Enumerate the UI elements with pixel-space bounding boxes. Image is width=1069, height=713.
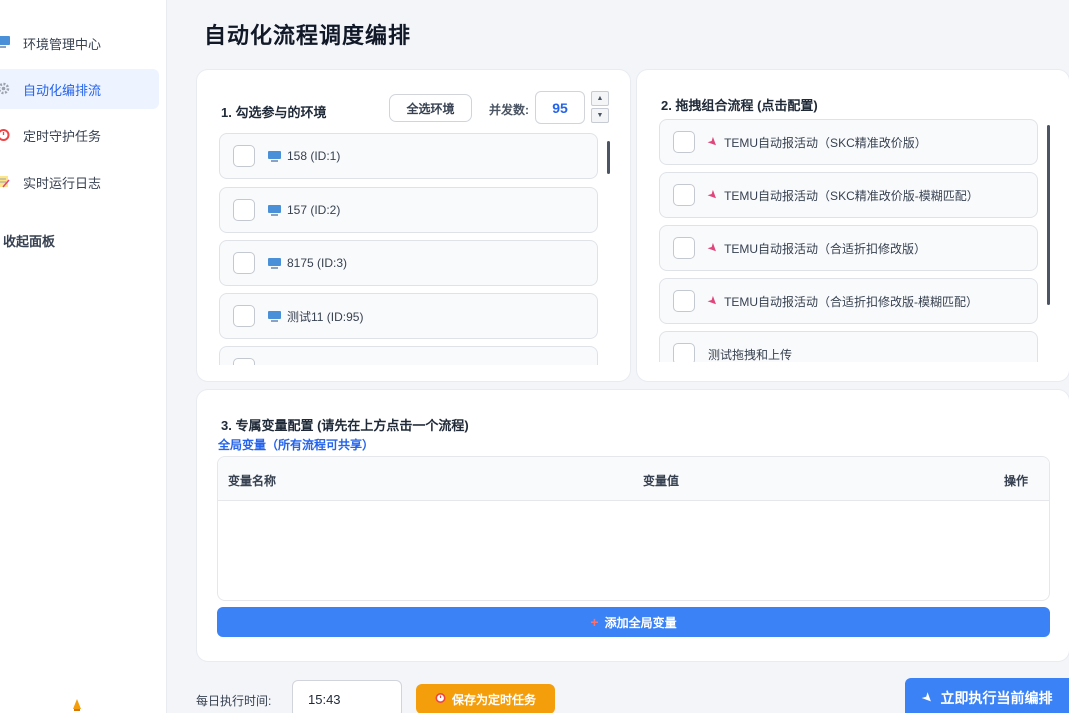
- column-header-name: 变量名称: [228, 474, 277, 488]
- run-now-label: 立即执行当前编排: [940, 690, 1053, 706]
- computer-icon: [268, 150, 281, 162]
- flow-label: TEMU自动报活动（SKC精准改价版）: [724, 135, 927, 150]
- stepper-down-icon[interactable]: ▼: [591, 108, 609, 123]
- flow-checkbox[interactable]: [673, 184, 695, 206]
- flow-item[interactable]: ➤ TEMU自动报活动（SKC精准改价版-模糊匹配）: [659, 172, 1038, 218]
- sidebar-item-scheduled[interactable]: 定时守护任务: [0, 115, 159, 155]
- flow-item[interactable]: ➤ TEMU自动报活动（合适折扣修改版-模糊匹配）: [659, 278, 1038, 324]
- concurrency-stepper[interactable]: ▲ ▼: [591, 91, 609, 123]
- rocket-icon: ➤: [704, 133, 722, 151]
- environment-list: 158 (ID:1) 157 (ID:2) 8175 (ID:3) 测试11 (…: [219, 133, 599, 365]
- stepper-up-icon[interactable]: ▲: [591, 91, 609, 106]
- environment-checkbox[interactable]: [233, 252, 255, 274]
- environment-scrollbar[interactable]: [607, 141, 610, 174]
- environment-item[interactable]: 157 (ID:2): [219, 187, 598, 233]
- alarm-clock-icon: [0, 128, 10, 142]
- environment-checkbox[interactable]: [233, 199, 255, 221]
- flow-label: TEMU自动报活动（合适折扣修改版）: [724, 241, 927, 256]
- flow-checkbox[interactable]: [673, 343, 695, 362]
- environment-item[interactable]: 8175 (ID:3): [219, 240, 598, 286]
- environment-label: 测试11 (ID:95): [287, 309, 364, 324]
- sidebar-item-automation[interactable]: 自动化编排流: [0, 69, 159, 109]
- column-header-action: 操作: [1004, 474, 1029, 488]
- variable-section-title: 3. 专属变量配置 (请先在上方点击一个流程): [221, 418, 469, 433]
- flow-label: 测试拖拽和上传: [708, 347, 793, 362]
- flow-list: ➤ TEMU自动报活动（SKC精准改价版） ➤ TEMU自动报活动（SKC精准改…: [659, 119, 1039, 362]
- collapse-panel-button[interactable]: 收起面板: [3, 231, 55, 250]
- concurrency-input[interactable]: 95: [535, 91, 585, 124]
- flow-item[interactable]: ➤ TEMU自动报活动（合适折扣修改版）: [659, 225, 1038, 271]
- environment-checkbox[interactable]: [233, 358, 255, 365]
- sidebar-item-label: 定时守护任务: [23, 128, 102, 144]
- computer-icon: [268, 257, 281, 269]
- environment-label: 8175 (ID:3): [287, 256, 348, 270]
- gear-icon: [0, 82, 10, 96]
- monitor-icon: [0, 36, 10, 50]
- environment-item[interactable]: 158 (ID:1): [219, 133, 598, 179]
- add-global-variable-button[interactable]: + 添加全局变量: [217, 607, 1050, 637]
- flow-item[interactable]: 测试拖拽和上传: [659, 331, 1038, 362]
- flow-label: TEMU自动报活动（SKC精准改价版-模糊匹配）: [724, 188, 979, 203]
- environment-section-title: 1. 勾选参与的环境: [221, 105, 327, 120]
- flow-section-title: 2. 拖拽组合流程 (点击配置): [661, 98, 818, 113]
- select-all-environments-button[interactable]: 全选环境: [389, 94, 472, 122]
- sidebar: 环境管理中心 自动化编排流 定时守护任务 实时运行日志 收起面板: [0, 0, 167, 713]
- table-header: 变量名称 变量值 操作: [218, 457, 1049, 501]
- computer-icon: [268, 310, 281, 322]
- environment-item[interactable]: 测试11 (ID:95): [219, 293, 598, 339]
- run-now-button[interactable]: ➤ 立即执行当前编排: [905, 678, 1069, 713]
- rocket-icon: ➤: [704, 186, 722, 204]
- plus-icon: +: [590, 614, 599, 630]
- sidebar-footer-icon: [72, 699, 82, 713]
- environment-checkbox[interactable]: [233, 145, 255, 167]
- environment-checkbox[interactable]: [233, 305, 255, 327]
- flow-checkbox[interactable]: [673, 290, 695, 312]
- flow-checkbox[interactable]: [673, 237, 695, 259]
- memo-icon: [0, 175, 10, 189]
- global-variables-label: 全局变量（所有流程可共享）: [218, 438, 375, 452]
- computer-icon: [268, 204, 281, 216]
- daily-time-label: 每日执行时间:: [196, 694, 272, 708]
- page-title: 自动化流程调度编排: [204, 23, 412, 48]
- flow-checkbox[interactable]: [673, 131, 695, 153]
- concurrency-label: 并发数:: [489, 103, 529, 117]
- rocket-icon: ➤: [918, 688, 937, 707]
- sidebar-item-logs[interactable]: 实时运行日志: [0, 162, 159, 202]
- environment-label: 157 (ID:2): [287, 203, 341, 217]
- save-scheduled-task-button[interactable]: 保存为定时任务: [416, 684, 555, 713]
- daily-time-input[interactable]: 15:43: [292, 680, 402, 713]
- flow-scrollbar[interactable]: [1047, 125, 1050, 305]
- flow-item[interactable]: ➤ TEMU自动报活动（SKC精准改价版）: [659, 119, 1038, 165]
- add-global-variable-label: 添加全局变量: [604, 615, 677, 630]
- rocket-icon: ➤: [704, 239, 722, 257]
- sidebar-item-label: 实时运行日志: [23, 175, 102, 191]
- environment-label: 158 (ID:1): [287, 149, 341, 163]
- sidebar-item-environment[interactable]: 环境管理中心: [0, 23, 159, 63]
- alarm-clock-icon: [435, 692, 446, 706]
- environment-item[interactable]: [219, 346, 598, 365]
- column-header-value: 变量值: [643, 474, 680, 488]
- variable-table: 变量名称 变量值 操作: [217, 456, 1050, 601]
- flow-label: TEMU自动报活动（合适折扣修改版-模糊匹配）: [724, 294, 979, 309]
- sidebar-item-label: 自动化编排流: [23, 82, 102, 98]
- save-scheduled-task-label: 保存为定时任务: [451, 692, 536, 707]
- sidebar-item-label: 环境管理中心: [23, 36, 102, 52]
- rocket-icon: ➤: [704, 292, 722, 310]
